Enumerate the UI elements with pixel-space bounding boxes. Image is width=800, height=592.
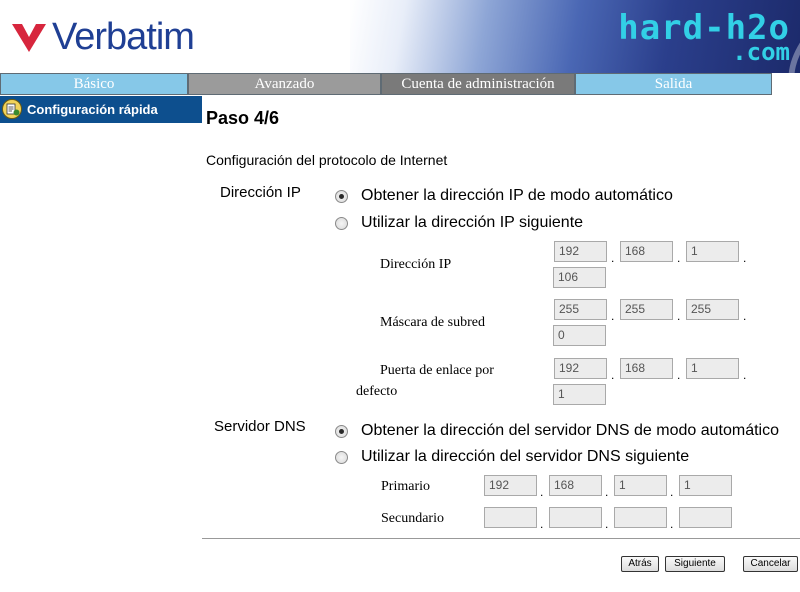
ip-octet-1[interactable]: 192 bbox=[554, 241, 607, 262]
mask-octet-4[interactable]: 0 bbox=[553, 325, 606, 346]
dns-manual-label: Utilizar la dirección del servidor DNS s… bbox=[361, 448, 690, 465]
ip-address-label: Dirección IP bbox=[380, 257, 452, 272]
gateway-octet-1[interactable]: 192 bbox=[554, 358, 607, 379]
dns-auto-label: Obtener la dirección del servidor DNS de… bbox=[361, 422, 779, 439]
subnet-mask-label: Máscara de subred bbox=[380, 315, 485, 330]
octet-separator: . bbox=[743, 368, 747, 382]
main-content: Paso 4/6 Configuración del protocolo de … bbox=[202, 96, 800, 592]
page-title: Paso 4/6 bbox=[206, 108, 280, 128]
sidebar-item-configuracion-rapida[interactable]: Configuración rápida bbox=[0, 96, 202, 123]
next-button[interactable]: Siguiente bbox=[665, 556, 725, 572]
ip-octet-4[interactable]: 106 bbox=[553, 267, 606, 288]
ip-manual-option[interactable]: Utilizar la dirección IP siguiente bbox=[335, 214, 583, 232]
sidebar-item-label: Configuración rápida bbox=[27, 102, 158, 117]
octet-separator: . bbox=[677, 368, 681, 382]
octet-separator: . bbox=[743, 251, 747, 265]
tab-cuenta-administracion[interactable]: Cuenta de administración bbox=[381, 73, 575, 95]
mask-octet-2[interactable]: 255 bbox=[620, 299, 673, 320]
dns-secondary-label: Secundario bbox=[381, 511, 444, 526]
header-banner: Verbatim hard-h2o .com bbox=[0, 0, 800, 73]
dns-primary-octet-4[interactable]: 1 bbox=[679, 475, 732, 496]
divider bbox=[202, 538, 800, 539]
gateway-label-line-2: defecto bbox=[356, 384, 398, 399]
octet-separator: . bbox=[605, 485, 609, 499]
gateway-octet-2[interactable]: 168 bbox=[620, 358, 673, 379]
dns-manual-radio[interactable] bbox=[335, 450, 348, 464]
dns-secondary-octet-3[interactable] bbox=[614, 507, 667, 528]
dns-manual-option[interactable]: Utilizar la dirección del servidor DNS s… bbox=[335, 448, 689, 466]
octet-separator: . bbox=[670, 517, 674, 531]
verbatim-v-logo-icon bbox=[12, 24, 46, 52]
octet-separator: . bbox=[677, 309, 681, 323]
dns-primary-octet-2[interactable]: 168 bbox=[549, 475, 602, 496]
ip-auto-label: Obtener la dirección IP de modo automáti… bbox=[361, 187, 673, 204]
octet-separator: . bbox=[611, 368, 615, 382]
ip-manual-radio[interactable] bbox=[335, 216, 348, 230]
verbatim-logo: Verbatim bbox=[12, 14, 195, 60]
ip-auto-option[interactable]: Obtener la dirección IP de modo automáti… bbox=[335, 187, 673, 205]
octet-separator: . bbox=[670, 485, 674, 499]
tab-salida[interactable]: Salida bbox=[575, 73, 772, 95]
octet-separator: . bbox=[605, 517, 609, 531]
octet-separator: . bbox=[611, 309, 615, 323]
dns-secondary-octet-1[interactable] bbox=[484, 507, 537, 528]
tab-avanzado[interactable]: Avanzado bbox=[188, 73, 381, 95]
ip-octet-2[interactable]: 168 bbox=[620, 241, 673, 262]
main-nav: Básico Avanzado Cuenta de administración… bbox=[0, 73, 772, 95]
tab-basico[interactable]: Básico bbox=[0, 73, 188, 95]
ip-auto-radio[interactable] bbox=[335, 189, 348, 203]
dns-primary-octet-1[interactable]: 192 bbox=[484, 475, 537, 496]
octet-separator: . bbox=[677, 251, 681, 265]
gateway-label-line-1: Puerta de enlace por bbox=[380, 363, 494, 378]
octet-separator: . bbox=[540, 485, 544, 499]
watermark: hard-h2o .com bbox=[618, 11, 790, 64]
octet-separator: . bbox=[540, 517, 544, 531]
mask-octet-1[interactable]: 255 bbox=[554, 299, 607, 320]
gateway-octet-3[interactable]: 1 bbox=[686, 358, 739, 379]
ip-section-label: Dirección IP bbox=[220, 184, 301, 201]
dns-primary-label: Primario bbox=[381, 479, 430, 494]
mask-octet-3[interactable]: 255 bbox=[686, 299, 739, 320]
dns-auto-radio[interactable] bbox=[335, 424, 348, 438]
dns-section-label: Servidor DNS bbox=[214, 418, 306, 435]
back-button[interactable]: Atrás bbox=[621, 556, 659, 572]
gateway-octet-4[interactable]: 1 bbox=[553, 384, 606, 405]
octet-separator: . bbox=[743, 309, 747, 323]
dns-secondary-octet-2[interactable] bbox=[549, 507, 602, 528]
octet-separator: . bbox=[611, 251, 615, 265]
brand-name: Verbatim bbox=[52, 16, 195, 58]
dns-auto-option[interactable]: Obtener la dirección del servidor DNS de… bbox=[335, 422, 779, 440]
ip-octet-3[interactable]: 1 bbox=[686, 241, 739, 262]
ip-manual-label: Utilizar la dirección IP siguiente bbox=[361, 214, 584, 231]
dns-primary-octet-3[interactable]: 1 bbox=[614, 475, 667, 496]
section-title: Configuración del protocolo de Internet bbox=[206, 152, 448, 168]
wizard-icon bbox=[2, 99, 22, 119]
cancel-button[interactable]: Cancelar bbox=[743, 556, 798, 572]
dns-secondary-octet-4[interactable] bbox=[679, 507, 732, 528]
